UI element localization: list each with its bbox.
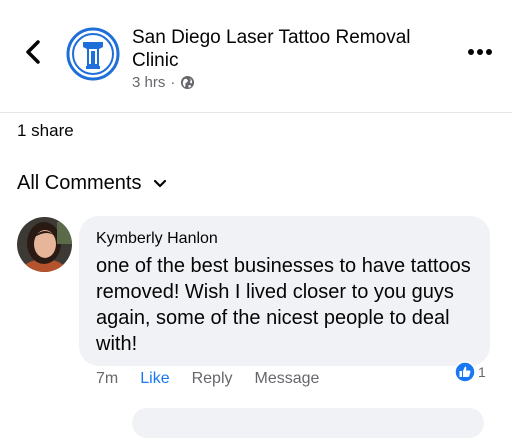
post-header: San Diego Laser Tattoo Removal Clinic 3 … [0,0,512,112]
reply-button[interactable]: Reply [192,370,233,388]
share-count[interactable]: 1 share [17,121,74,141]
meta-separator: · [170,74,176,91]
chevron-down-icon [154,179,167,187]
post-meta: 3 hrs · [132,74,195,91]
comment-author[interactable]: Kymberly Hanlon [96,229,474,249]
thumbs-up-icon [454,361,476,383]
reaction-summary[interactable]: 1 [454,361,486,383]
next-comment-bubble [132,408,484,438]
reaction-count: 1 [478,364,486,380]
page-name[interactable]: San Diego Laser Tattoo Removal Clinic [132,26,452,72]
page-logo[interactable] [66,27,120,81]
header-divider [0,112,512,113]
post-time[interactable]: 3 hrs [132,74,165,91]
comments-header: All Comments [17,172,142,194]
user-avatar-icon [17,217,72,272]
comment-sort-selector[interactable]: All Comments [17,172,167,195]
more-horizontal-icon [468,49,492,55]
more-options-button[interactable] [466,44,494,55]
avatar[interactable] [17,217,72,272]
like-button[interactable]: Like [140,370,169,388]
comment-text: one of the best businesses to have tatto… [96,255,471,355]
message-button[interactable]: Message [255,370,320,388]
comment-actions: 7m Like Reply Message [96,370,319,388]
globe-icon [181,75,195,90]
comment-bubble: Kymberly Hanlon one of the best business… [79,216,490,366]
chevron-left-icon [26,40,40,64]
back-button[interactable] [22,37,44,67]
clinic-logo-icon [66,27,120,81]
comment-time[interactable]: 7m [96,370,118,388]
